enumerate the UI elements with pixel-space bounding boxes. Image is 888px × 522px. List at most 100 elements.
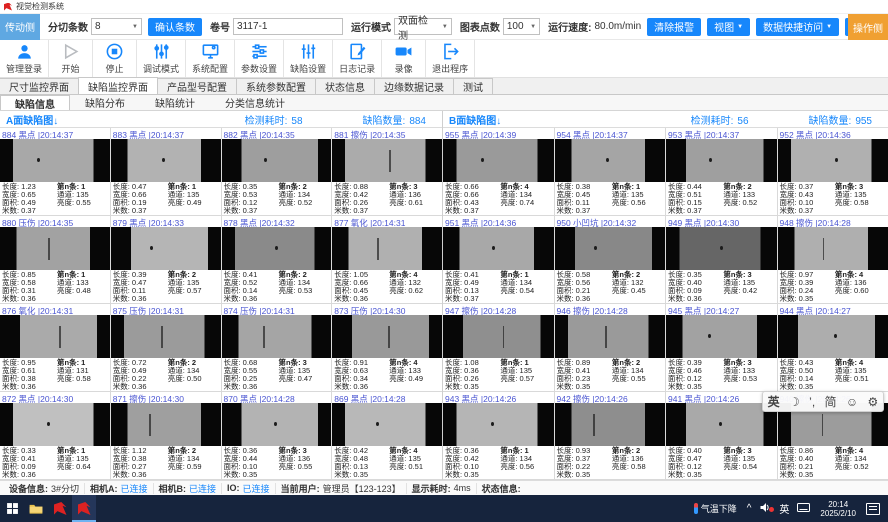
defect-image[interactable]	[222, 227, 332, 270]
defect-image[interactable]	[222, 403, 332, 446]
defect-cell[interactable]: 873 压伤 |20:14:30 长度: 0.91 宽度: 0.63 面积: 0…	[332, 304, 442, 391]
defect-cell[interactable]: 881 擦伤 |20:14:35 长度: 0.88 宽度: 0.42 面积: 0…	[332, 128, 442, 215]
ime-simplified-toggle[interactable]: 简	[825, 393, 837, 410]
moon-icon[interactable]: ☽	[789, 395, 800, 409]
defect-image[interactable]	[555, 315, 666, 358]
defect-cell[interactable]: 877 氧化 |20:14:31 长度: 1.05 宽度: 0.66 面积: 0…	[332, 216, 442, 303]
defect-image[interactable]	[443, 227, 554, 270]
defect-cell[interactable]: 882 黑点 |20:14:35 长度: 0.35 宽度: 0.53 面积: 0…	[222, 128, 332, 215]
defect-cell[interactable]: 950 小凹坑 |20:14:32 长度: 0.58 宽度: 0.56 面积: …	[555, 216, 666, 303]
sub-tab-1[interactable]: 缺陷分布	[70, 95, 140, 110]
defect-cell[interactable]: 944 黑点 |20:14:27 长度: 0.43 宽度: 0.50 面积: 0…	[778, 304, 888, 391]
defect-image[interactable]	[332, 315, 442, 358]
panel-a-title[interactable]: A面缺陷图↓	[6, 112, 58, 127]
defect-image[interactable]	[778, 315, 888, 358]
run-mode-select[interactable]: 双面检测 ▼	[394, 18, 452, 35]
defect-image[interactable]	[332, 403, 442, 446]
defect-image[interactable]	[666, 315, 777, 358]
defect-image[interactable]	[666, 403, 777, 446]
defect-cell[interactable]: 876 氧化 |20:14:31 长度: 0.95 宽度: 0.61 面积: 0…	[0, 304, 110, 391]
view-menu-button[interactable]: 视图▼	[707, 18, 750, 36]
defect-image[interactable]	[666, 139, 777, 182]
main-tab-2[interactable]: 产品型号配置	[157, 78, 237, 94]
tray-expand-button[interactable]: ^	[743, 503, 756, 514]
slit-count-select[interactable]: 8 ▼	[91, 18, 142, 35]
sub-tab-3[interactable]: 分类信息统计	[210, 95, 300, 110]
parameter-settings-button[interactable]: 参数设置	[235, 40, 284, 77]
stop-button[interactable]: 停止	[93, 40, 137, 77]
defect-cell[interactable]: 884 黑点 |20:14:37 长度: 1.23 宽度: 0.65 面积: 0…	[0, 128, 110, 215]
defect-cell[interactable]: 945 黑点 |20:14:27 长度: 0.39 宽度: 0.46 面积: 0…	[666, 304, 777, 391]
main-tab-1[interactable]: 缺陷监控界面	[78, 77, 158, 94]
defect-image[interactable]	[555, 403, 666, 446]
emoji-icon[interactable]: ☺	[846, 395, 858, 409]
defect-cell[interactable]: 880 压伤 |20:14:35 长度: 0.85 宽度: 0.58 面积: 0…	[0, 216, 110, 303]
defect-cell[interactable]: 955 黑点 |20:14:39 长度: 0.66 宽度: 0.66 面积: 0…	[443, 128, 554, 215]
ime-english-toggle[interactable]: 英	[768, 393, 780, 410]
defect-cell[interactable]: 871 擦伤 |20:14:30 长度: 1.12 宽度: 0.38 面积: 0…	[111, 392, 221, 479]
main-tab-5[interactable]: 边缘数据记录	[374, 78, 454, 94]
recording-button[interactable]: 录像	[382, 40, 426, 77]
defect-cell[interactable]: 942 擦伤 |20:14:26 长度: 0.93 宽度: 0.37 面积: 0…	[555, 392, 666, 479]
start-button[interactable]: 开始	[49, 40, 93, 77]
sub-tab-0[interactable]: 缺陷信息	[0, 95, 70, 110]
defect-cell[interactable]: 948 擦伤 |20:14:28 长度: 0.97 宽度: 0.39 面积: 0…	[778, 216, 888, 303]
main-tab-0[interactable]: 尺寸监控界面	[0, 78, 79, 94]
defect-cell[interactable]: 943 黑点 |20:14:26 长度: 0.36 宽度: 0.42 面积: 0…	[443, 392, 554, 479]
start-button[interactable]	[0, 495, 24, 522]
defect-image[interactable]	[332, 227, 442, 270]
defect-cell[interactable]: 879 黑点 |20:14:33 长度: 0.39 宽度: 0.47 面积: 0…	[111, 216, 221, 303]
active-app-taskbar-button[interactable]	[72, 495, 96, 522]
defect-image[interactable]	[111, 139, 221, 182]
clock[interactable]: 20:14 2025/2/10	[814, 500, 862, 518]
defect-image[interactable]	[111, 315, 221, 358]
system-config-button[interactable]: 系统配置	[186, 40, 235, 77]
action-center-icon[interactable]	[866, 503, 880, 515]
operator-side-button[interactable]: 操作侧	[848, 14, 888, 40]
defect-image[interactable]	[0, 315, 110, 358]
defect-cell[interactable]: 949 黑点 |20:14:30 长度: 0.35 宽度: 0.40 面积: 0…	[666, 216, 777, 303]
defect-image[interactable]	[778, 227, 888, 270]
defect-cell[interactable]: 952 黑点 |20:14:36 长度: 0.37 宽度: 0.43 面积: 0…	[778, 128, 888, 215]
defect-cell[interactable]: 953 黑点 |20:14:37 长度: 0.44 宽度: 0.51 面积: 0…	[666, 128, 777, 215]
defect-image[interactable]	[443, 139, 554, 182]
confirm-count-button[interactable]: 确认条数	[148, 18, 202, 36]
defect-cell[interactable]: 872 黑点 |20:14:30 长度: 0.33 宽度: 0.41 面积: 0…	[0, 392, 110, 479]
touch-keyboard-icon[interactable]	[793, 503, 814, 515]
volume-icon[interactable]	[755, 502, 775, 516]
defect-image[interactable]	[0, 227, 110, 270]
chart-points-select[interactable]: 100 ▼	[503, 18, 540, 35]
defect-image[interactable]	[0, 403, 110, 446]
debug-mode-button[interactable]: 调试模式	[137, 40, 186, 77]
defect-cell[interactable]: 869 黑点 |20:14:28 长度: 0.42 宽度: 0.48 面积: 0…	[332, 392, 442, 479]
clear-alarm-button[interactable]: 清除报警	[647, 18, 701, 36]
defect-cell[interactable]: 954 黑点 |20:14:37 长度: 0.38 宽度: 0.45 面积: 0…	[555, 128, 666, 215]
defect-cell[interactable]: 875 压伤 |20:14:31 长度: 0.72 宽度: 0.49 面积: 0…	[111, 304, 221, 391]
admin-login-button[interactable]: 管理登录	[0, 40, 49, 77]
drive-side-button[interactable]: 传动侧	[0, 14, 40, 40]
defect-image[interactable]	[555, 227, 666, 270]
ime-language-indicator[interactable]: 英	[775, 501, 793, 516]
defect-cell[interactable]: 874 压伤 |20:14:31 长度: 0.68 宽度: 0.55 面积: 0…	[222, 304, 332, 391]
sub-tab-2[interactable]: 缺陷统计	[140, 95, 210, 110]
main-tab-3[interactable]: 系统参数配置	[236, 78, 316, 94]
defect-cell[interactable]: 951 黑点 |20:14:36 长度: 0.41 宽度: 0.49 面积: 0…	[443, 216, 554, 303]
panel-b-title[interactable]: B面缺陷图↓	[449, 112, 501, 127]
defect-settings-button[interactable]: 缺陷设置	[284, 40, 333, 77]
defect-image[interactable]	[555, 139, 666, 182]
defect-image[interactable]	[111, 227, 221, 270]
file-explorer-button[interactable]	[24, 495, 48, 522]
data-access-menu-button[interactable]: 数据快捷访问▼	[756, 18, 839, 36]
ime-punctuation-toggle[interactable]: ’,	[809, 395, 815, 409]
defect-image[interactable]	[222, 315, 332, 358]
defect-cell[interactable]: 947 擦伤 |20:14:28 长度: 1.08 宽度: 0.36 面积: 0…	[443, 304, 554, 391]
defect-image[interactable]	[778, 139, 888, 182]
defect-image[interactable]	[111, 403, 221, 446]
weather-widget[interactable]: 气温下降	[688, 502, 743, 515]
exit-program-button[interactable]: 退出程序	[426, 40, 475, 77]
defect-cell[interactable]: 878 黑点 |20:14:32 长度: 0.41 宽度: 0.52 面积: 0…	[222, 216, 332, 303]
main-tab-4[interactable]: 状态信息	[315, 78, 375, 94]
defect-cell[interactable]: 946 擦伤 |20:14:28 长度: 0.89 宽度: 0.41 面积: 0…	[555, 304, 666, 391]
defect-image[interactable]	[222, 139, 332, 182]
defect-cell[interactable]: 870 黑点 |20:14:28 长度: 0.36 宽度: 0.44 面积: 0…	[222, 392, 332, 479]
